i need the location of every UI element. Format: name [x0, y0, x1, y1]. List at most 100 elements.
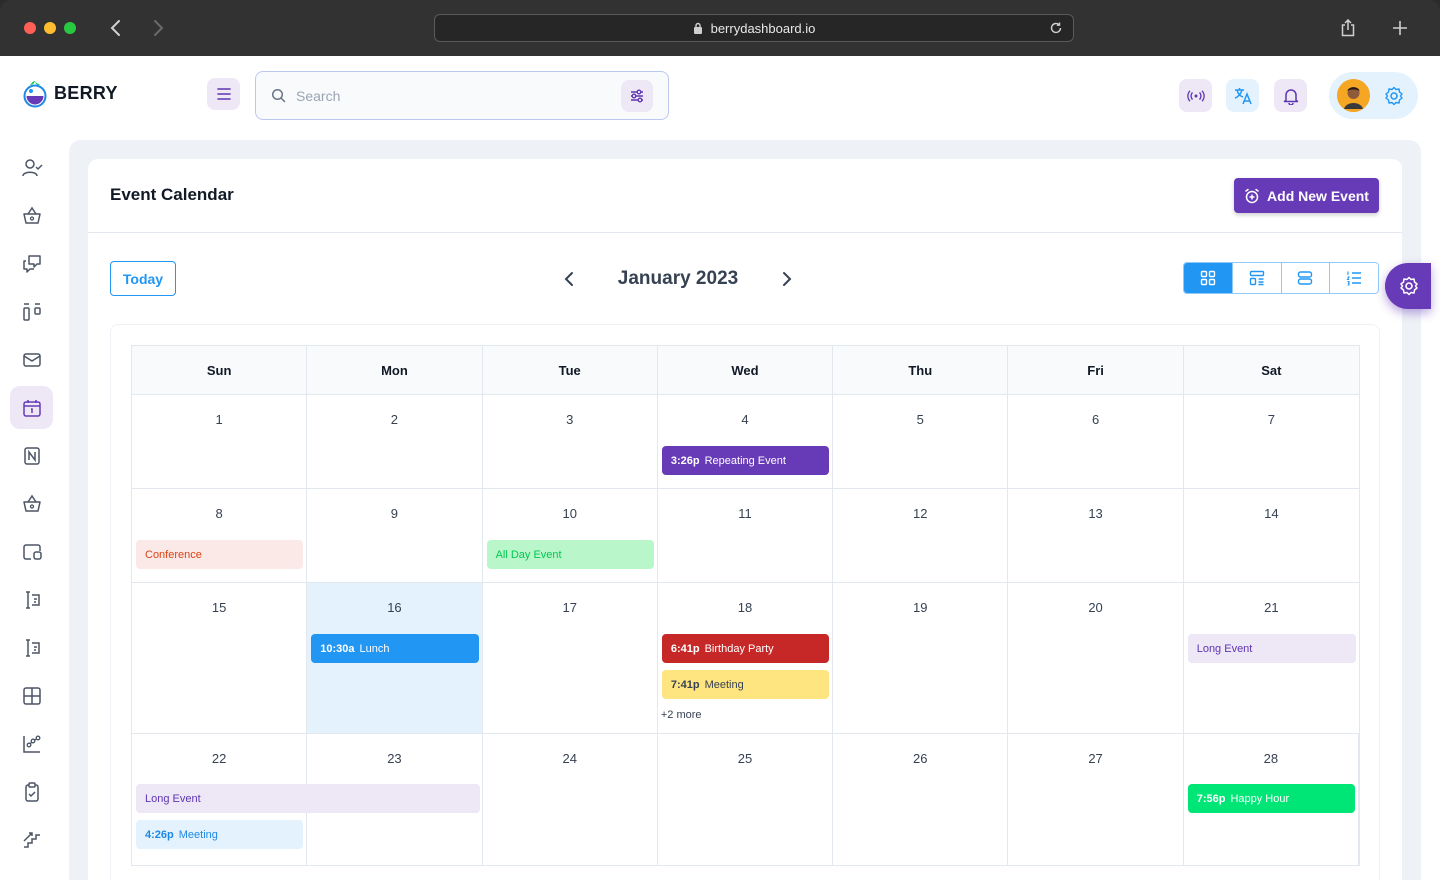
- sidebar-item-charts[interactable]: [10, 722, 53, 765]
- sidebar-item-forms[interactable]: [10, 578, 53, 621]
- day-cell[interactable]: 19: [833, 583, 1009, 733]
- sidebar-item-more[interactable]: [10, 866, 53, 880]
- menu-toggle-button[interactable]: [207, 78, 240, 110]
- logo[interactable]: BERRY: [22, 78, 118, 108]
- url-bar[interactable]: berrydashboard.io: [434, 14, 1074, 42]
- maximize-window-button[interactable]: [64, 22, 76, 34]
- today-button[interactable]: Today: [110, 261, 176, 296]
- day-cell[interactable]: 20: [1008, 583, 1184, 733]
- sidebar-item-cards[interactable]: [10, 530, 53, 573]
- add-new-event-button[interactable]: Add New Event: [1234, 178, 1379, 213]
- day-cell-today[interactable]: 16 10:30a Lunch: [307, 583, 483, 733]
- sidebar: [0, 140, 64, 880]
- day-cell[interactable]: 15: [132, 583, 308, 733]
- sidebar-item-shop[interactable]: [10, 482, 53, 525]
- sidebar-item-mail[interactable]: [10, 338, 53, 381]
- layout-kanban-icon: [22, 302, 41, 321]
- event-time: 7:56p: [1196, 792, 1226, 805]
- day-cell[interactable]: 27: [1008, 734, 1184, 865]
- event-repeating[interactable]: 3:26p Repeating Event: [661, 446, 830, 475]
- weekday-sun: Sun: [132, 346, 308, 394]
- month-navigation: January 2023: [558, 261, 798, 296]
- day-cell[interactable]: 6: [1008, 395, 1184, 488]
- event-conference[interactable]: Conference: [136, 540, 304, 569]
- day-cell[interactable]: 5: [833, 395, 1009, 488]
- day-cell[interactable]: 8 Conference: [132, 489, 308, 582]
- event-long-event-span[interactable]: Long Event: [136, 784, 480, 813]
- settings-gear-icon[interactable]: [1384, 86, 1404, 106]
- weekday-sat: Sat: [1261, 362, 1282, 378]
- day-cell[interactable]: 21 Long Event: [1184, 583, 1359, 733]
- day-cell[interactable]: 4 3:26p Repeating Event: [658, 395, 834, 488]
- sidebar-item-clipboard[interactable]: [10, 770, 53, 813]
- month-label: January 2023: [617, 267, 739, 289]
- search-input[interactable]: [296, 84, 596, 108]
- sidebar-item-tables[interactable]: [10, 674, 53, 717]
- month-view-button[interactable]: [1184, 263, 1233, 293]
- day-cell[interactable]: 12: [833, 489, 1009, 582]
- day-cell[interactable]: 26: [833, 734, 1009, 865]
- customize-settings-button[interactable]: [1385, 263, 1431, 309]
- sidebar-item-stairs[interactable]: [10, 818, 53, 861]
- day-cell[interactable]: 10 All Day Event: [483, 489, 658, 582]
- previous-month-icon[interactable]: [558, 265, 580, 293]
- day-cell[interactable]: 24: [483, 734, 658, 865]
- sidebar-item-ecommerce[interactable]: [10, 194, 53, 237]
- share-icon[interactable]: [1334, 14, 1362, 42]
- avatar: [1337, 79, 1370, 112]
- day-cell[interactable]: 3: [483, 395, 658, 488]
- event-meeting[interactable]: 7:41p Meeting: [661, 670, 830, 699]
- day-cell[interactable]: 13: [1008, 489, 1184, 582]
- week-view-button[interactable]: [1232, 263, 1282, 293]
- day-cell[interactable]: 18 6:41p Birthday Party 7:41p Meeting +2…: [658, 583, 834, 733]
- day-cell[interactable]: 9: [307, 489, 483, 582]
- day-cell[interactable]: 17: [483, 583, 658, 733]
- profile-menu[interactable]: [1329, 72, 1418, 119]
- day-view-button[interactable]: [1281, 263, 1331, 293]
- day-cell[interactable]: 2: [307, 395, 483, 488]
- sidebar-item-kanban[interactable]: [10, 290, 53, 333]
- day-number: 7: [1267, 412, 1275, 427]
- day-cell[interactable]: 11: [658, 489, 834, 582]
- language-button[interactable]: [1226, 79, 1259, 112]
- sidebar-item-notes[interactable]: [10, 434, 53, 477]
- day-cell[interactable]: 14: [1184, 489, 1359, 582]
- day-number: 22: [211, 751, 227, 766]
- lock-icon: [693, 22, 703, 34]
- day-cell[interactable]: 25: [658, 734, 834, 865]
- more-events-link[interactable]: +2 more: [661, 709, 702, 721]
- day-cell[interactable]: 28 7:56p Happy Hour: [1184, 734, 1359, 865]
- day-number: 16: [387, 600, 402, 615]
- sidebar-item-calendar[interactable]: [10, 386, 53, 429]
- sidebar-item-users[interactable]: [10, 146, 53, 189]
- agenda-view-button[interactable]: [1330, 263, 1378, 293]
- minimize-window-button[interactable]: [44, 22, 56, 34]
- forward-icon[interactable]: [144, 14, 172, 42]
- event-birthday-party[interactable]: 6:41p Birthday Party: [661, 634, 830, 663]
- reload-icon[interactable]: [1049, 21, 1063, 38]
- event-lunch[interactable]: 10:30a Lunch: [311, 634, 479, 663]
- event-title: Conference: [145, 548, 202, 561]
- filter-button[interactable]: [621, 80, 653, 112]
- sidebar-item-chat[interactable]: [10, 242, 53, 285]
- back-icon[interactable]: [102, 14, 130, 42]
- day-cell[interactable]: 7: [1184, 395, 1359, 488]
- event-happy-hour[interactable]: 7:56p Happy Hour: [1187, 784, 1355, 813]
- event-long-event[interactable]: Long Event: [1187, 634, 1356, 663]
- event-meeting-2[interactable]: 4:26p Meeting: [136, 820, 304, 849]
- weekday-thu: Thu: [833, 346, 1009, 394]
- new-tab-icon[interactable]: [1386, 14, 1414, 42]
- day-number: 12: [913, 506, 928, 521]
- day-cell[interactable]: 1: [132, 395, 308, 488]
- day-number: 17: [562, 600, 577, 615]
- live-broadcast-button[interactable]: [1179, 79, 1212, 112]
- day-number: 15: [211, 600, 227, 615]
- sidebar-item-form-validation[interactable]: [10, 626, 53, 669]
- notifications-button[interactable]: [1274, 79, 1307, 112]
- day-number: 8: [215, 506, 223, 521]
- event-title: Lunch: [359, 642, 390, 655]
- next-month-icon[interactable]: [776, 265, 798, 293]
- close-window-button[interactable]: [24, 22, 36, 34]
- event-all-day[interactable]: All Day Event: [486, 540, 654, 569]
- day-number: 14: [1264, 506, 1279, 521]
